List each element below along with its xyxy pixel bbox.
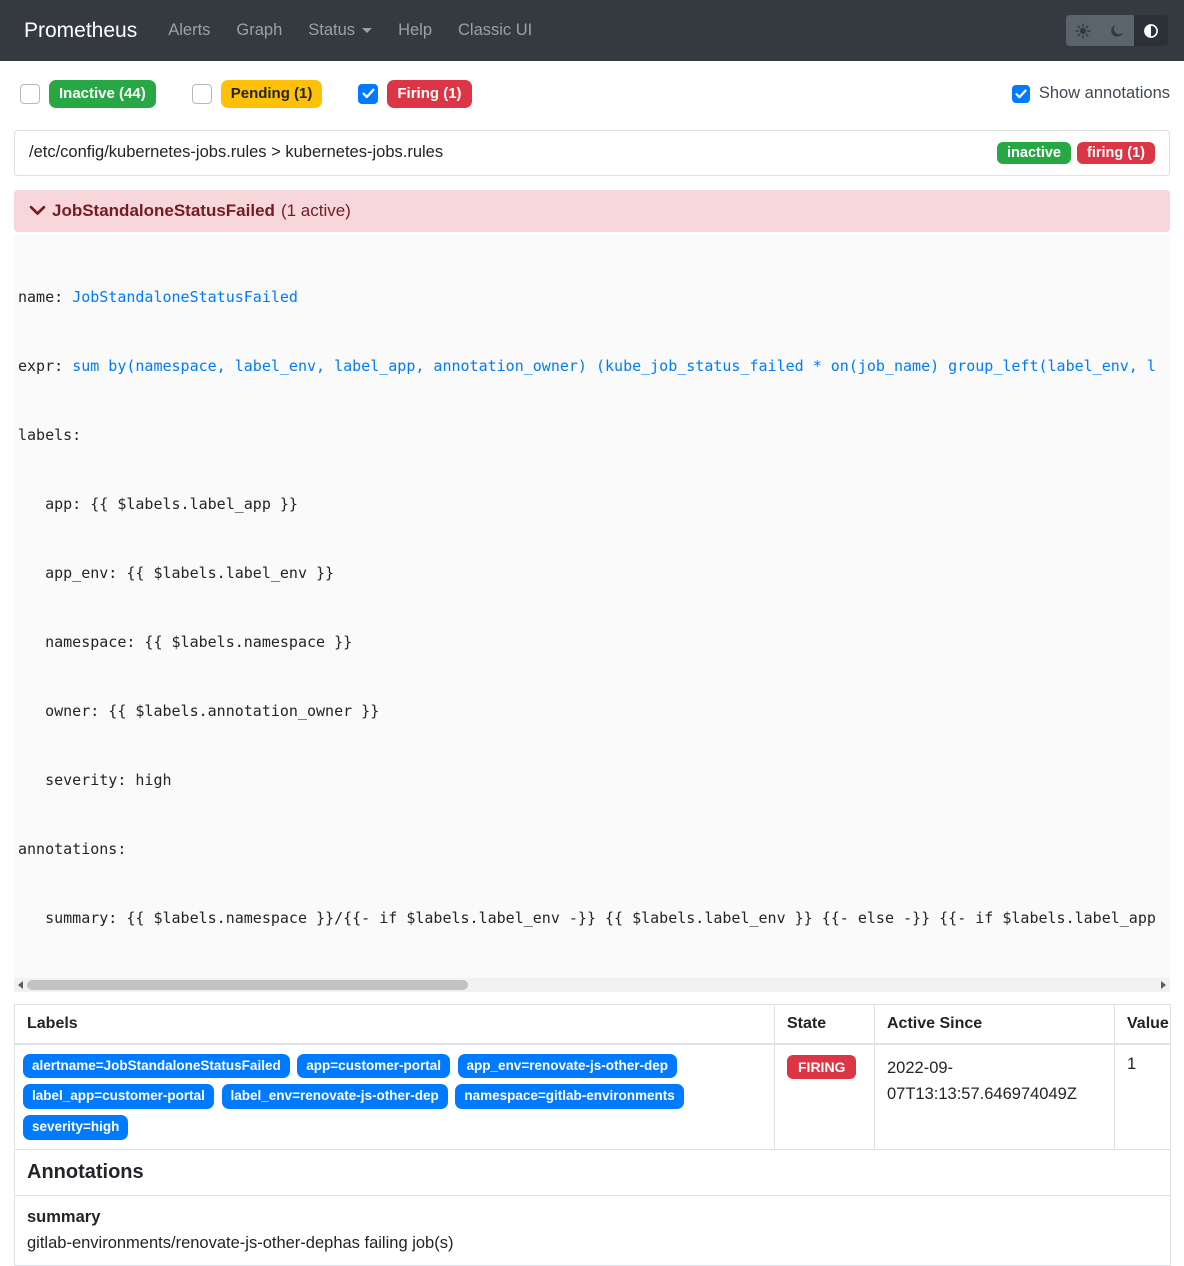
label-badge: severity=high: [23, 1115, 128, 1140]
label-badge: label_app=customer-portal: [23, 1084, 214, 1109]
state-cell: FIRING: [775, 1044, 875, 1150]
nav-links: Alerts Graph Status Help Classic UI: [155, 21, 545, 40]
nav-item-classic-ui[interactable]: Classic UI: [445, 21, 545, 40]
dark-theme-button[interactable]: [1100, 15, 1134, 46]
nav-item-graph[interactable]: Graph: [223, 21, 295, 40]
auto-theme-button[interactable]: [1134, 15, 1168, 46]
nav-item-help[interactable]: Help: [385, 21, 445, 40]
inactive-checkbox[interactable]: [20, 84, 40, 104]
rule-group-badges: inactive firing (1): [997, 142, 1155, 164]
rule-code-line: labels:: [18, 424, 1170, 447]
scroll-right-arrow-icon[interactable]: [1161, 981, 1166, 989]
brand-prometheus[interactable]: Prometheus: [24, 19, 137, 43]
label-badge: app=customer-portal: [297, 1054, 450, 1079]
rule-expr-link[interactable]: sum by(namespace, label_env, label_app, …: [72, 357, 1156, 375]
annotations-title-row: Annotations: [15, 1150, 1171, 1196]
inactive-badge: Inactive (44): [49, 80, 156, 108]
nav-item-status-label: Status: [308, 21, 355, 40]
label-badge: alertname=JobStandaloneStatusFailed: [23, 1054, 290, 1079]
caret-down-icon: [362, 28, 372, 33]
annotation-row: summary gitlab-environments/renovate-js-…: [15, 1196, 1171, 1266]
theme-toggle-group: [1066, 15, 1168, 46]
alert-name: JobStandaloneStatusFailed: [52, 201, 275, 221]
filter-inactive[interactable]: Inactive (44): [20, 80, 156, 108]
rule-code-line: owner: {{ $labels.annotation_owner }}: [18, 700, 1170, 723]
sun-icon: [1075, 23, 1091, 39]
firing-state-badge: FIRING: [787, 1055, 856, 1079]
rule-code-line: summary: {{ $labels.namespace }}/{{- if …: [18, 907, 1170, 930]
horizontal-scrollbar[interactable]: [14, 978, 1170, 992]
rule-code-line: severity: high: [18, 769, 1170, 792]
rule-code-line: app_env: {{ $labels.label_env }}: [18, 562, 1170, 585]
circle-half-icon: [1143, 23, 1159, 39]
filter-pending[interactable]: Pending (1): [192, 80, 323, 108]
column-header-active-since: Active Since: [875, 1004, 1115, 1044]
firing-count-badge: firing (1): [1077, 142, 1155, 164]
show-annotations-checkbox[interactable]: [1012, 85, 1030, 103]
value-cell: 1: [1115, 1044, 1171, 1150]
rule-name-link[interactable]: JobStandaloneStatusFailed: [72, 288, 298, 306]
firing-checkbox[interactable]: [358, 84, 378, 104]
column-header-labels: Labels: [15, 1004, 775, 1044]
rule-group-card: /etc/config/kubernetes-jobs.rules > kube…: [14, 130, 1170, 176]
check-icon: [362, 88, 375, 99]
table-header-row: Labels State Active Since Value: [15, 1004, 1171, 1044]
rule-name-line: name: JobStandaloneStatusFailed: [18, 286, 1170, 309]
rule-name-key: name:: [18, 288, 72, 306]
annotations-title: Annotations: [15, 1150, 1171, 1196]
alert-instances-table: Labels State Active Since Value alertnam…: [14, 1004, 1171, 1266]
rule-expr-key: expr:: [18, 357, 72, 375]
show-annotations-toggle[interactable]: Show annotations: [1012, 84, 1170, 103]
annotation-summary-cell: summary gitlab-environments/renovate-js-…: [15, 1196, 1171, 1266]
label-badge: label_env=renovate-js-other-dep: [222, 1084, 448, 1109]
inactive-count-badge: inactive: [997, 142, 1071, 164]
rule-code-line: annotations:: [18, 838, 1170, 861]
check-icon: [1015, 89, 1027, 99]
chevron-down-icon: [28, 201, 47, 220]
filter-bar: Inactive (44) Pending (1) Firing (1) Sho…: [0, 61, 1184, 108]
rule-code-line: app: {{ $labels.label_app }}: [18, 493, 1170, 516]
filter-firing[interactable]: Firing (1): [358, 80, 471, 108]
alert-instance-row: alertname=JobStandaloneStatusFailed app=…: [15, 1044, 1171, 1150]
active-since-cell: 2022-09-07T13:13:57.646974049Z: [875, 1044, 1115, 1150]
rule-expr-line: expr: sum by(namespace, label_env, label…: [18, 355, 1170, 378]
alert-collapse-header[interactable]: JobStandaloneStatusFailed (1 active): [14, 190, 1170, 232]
rule-definition-code: name: JobStandaloneStatusFailed expr: su…: [14, 235, 1170, 978]
label-badge: app_env=renovate-js-other-dep: [458, 1054, 677, 1079]
show-annotations-label: Show annotations: [1039, 84, 1170, 103]
nav-item-status[interactable]: Status: [295, 21, 385, 40]
pending-badge: Pending (1): [221, 80, 323, 108]
column-header-value: Value: [1115, 1004, 1171, 1044]
alert-active-count: (1 active): [281, 201, 351, 221]
column-header-state: State: [775, 1004, 875, 1044]
nav-item-alerts[interactable]: Alerts: [155, 21, 223, 40]
scrollbar-thumb[interactable]: [27, 980, 468, 990]
active-since-value: 2022-09-07T13:13:57.646974049Z: [887, 1055, 1102, 1108]
rule-definition-block: name: JobStandaloneStatusFailed expr: su…: [14, 235, 1170, 992]
navbar: Prometheus Alerts Graph Status Help Clas…: [0, 0, 1184, 61]
labels-cell: alertname=JobStandaloneStatusFailed app=…: [15, 1044, 775, 1150]
label-badge: namespace=gitlab-environments: [455, 1084, 683, 1109]
pending-checkbox[interactable]: [192, 84, 212, 104]
moon-icon: [1110, 23, 1125, 38]
annotation-key: summary: [27, 1206, 1158, 1228]
light-theme-button[interactable]: [1066, 15, 1100, 46]
firing-filter-badge: Firing (1): [387, 80, 471, 108]
annotation-value: gitlab-environments/renovate-js-other-de…: [27, 1234, 453, 1252]
rule-group-title: /etc/config/kubernetes-jobs.rules > kube…: [29, 143, 443, 162]
rule-code-line: namespace: {{ $labels.namespace }}: [18, 631, 1170, 654]
scroll-left-arrow-icon[interactable]: [18, 981, 23, 989]
